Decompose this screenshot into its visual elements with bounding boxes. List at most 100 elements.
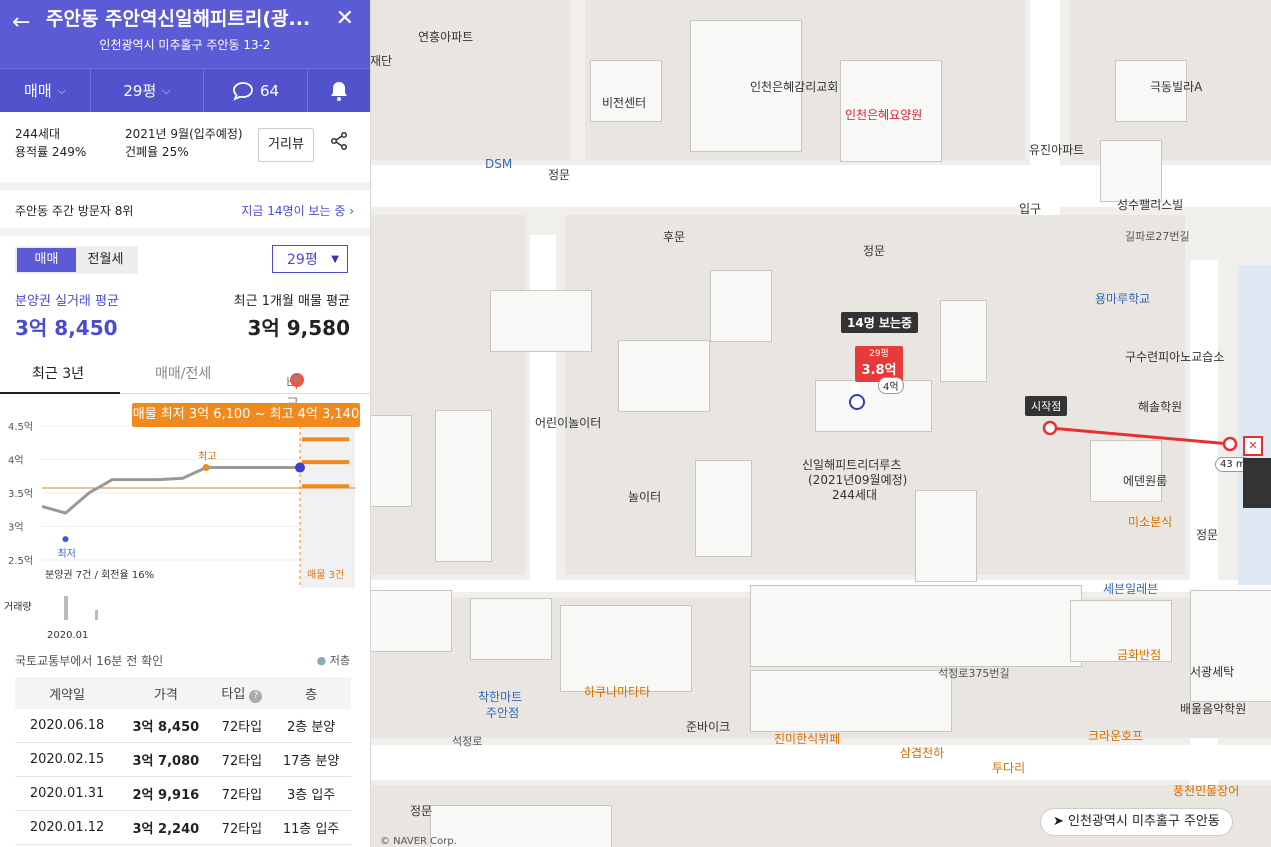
tab-underline xyxy=(0,392,120,394)
route-line xyxy=(1049,426,1231,446)
viewers-now-label: 지금 14명이 보는 중 xyxy=(241,204,346,218)
price-series-line xyxy=(41,466,300,515)
row-type: 72타입 xyxy=(212,810,272,845)
tab-trade[interactable]: 매매 xyxy=(17,248,76,272)
y-tick-label: 4.5억 xyxy=(8,421,33,433)
viewers-tooltip: 14명 보는중 xyxy=(841,312,919,333)
pyeong-dropdown-label: 29평 xyxy=(287,252,318,268)
coverage-ratio: 건폐율 25% xyxy=(125,145,189,159)
row-floor: 3층 입주 xyxy=(271,776,351,811)
street-view-button[interactable]: 거리뷰 xyxy=(258,128,314,162)
panel-header: ← 주안동 주안역신일해피트리(광... ✕ 인천광역시 미추홀구 주안동 13… xyxy=(0,0,370,68)
table-legend: ● 저층 xyxy=(317,652,350,668)
listing-panel: ← 주안동 주안역신일해피트리(광... ✕ 인천광역시 미추홀구 주안동 13… xyxy=(0,0,371,847)
chevron-down-icon: ⌵ xyxy=(57,83,66,97)
location-status-label: 인천광역시 미추홀구 주안동 xyxy=(1068,814,1220,829)
footer-left: 분양권 7건 / 회전율 16% xyxy=(45,569,154,581)
listing-label: 최근 1개월 매물 평균 xyxy=(233,294,350,309)
location-status[interactable]: ➤ 인천광역시 미추홀구 주안동 xyxy=(1040,808,1233,836)
move-in-date: 2021년 9월(입주예정) xyxy=(125,127,243,141)
help-icon[interactable]: ? xyxy=(249,690,263,703)
alt-price-chip[interactable]: 4억 xyxy=(878,377,904,394)
row-type: 72타입 xyxy=(212,776,272,811)
row-type: 72타입 xyxy=(212,709,272,743)
comments-button[interactable]: 64 xyxy=(204,69,308,112)
listing-value: 3억 9,580 xyxy=(247,316,350,340)
volume-bar xyxy=(95,610,98,620)
chevron-right-icon: › xyxy=(349,204,354,218)
row-floor: 17층 분양 xyxy=(271,742,351,777)
trade-type-select[interactable]: 매매 ⌵ xyxy=(0,69,91,112)
pin-pyeong: 29평 xyxy=(869,349,889,359)
floor-area-ratio: 용적률 249% xyxy=(15,145,87,159)
table-row: 2020.02.15 3억 7,080 72타입 17층 분양 xyxy=(15,742,351,777)
y-tick-label: 3.5억 xyxy=(8,488,33,500)
table-note: 국토교통부에서 16분 전 확인 xyxy=(15,654,164,668)
volume-label: 거래량 xyxy=(4,601,32,613)
tab-recent-3y[interactable]: 최근 3년 xyxy=(32,363,84,383)
route-close-icon[interactable]: ✕ xyxy=(1243,436,1263,456)
location-dot[interactable] xyxy=(849,394,865,410)
listing-range-badge: 매물 최저 3억 6,100 ~ 최고 4억 3,140 xyxy=(132,403,360,427)
table-row: 2020.06.18 3억 8,450 72타입 2층 분양 xyxy=(15,709,351,743)
route-start-label: 시작점 xyxy=(1025,396,1068,416)
complex-title: 주안동 주안역신일해피트리(광... xyxy=(46,8,311,30)
row-date: 2020.01.31 xyxy=(15,776,120,811)
transaction-table: 계약일 가격 타입 ? 층 2020.06.18 3억 8,450 72타입 2층 분… xyxy=(15,677,351,845)
row-date: 2020.01.12 xyxy=(15,810,120,845)
pyeong-label: 29평 xyxy=(123,82,157,100)
notification-button[interactable] xyxy=(308,69,370,112)
trade-type-label: 매매 xyxy=(24,82,52,100)
listing-zone xyxy=(300,426,355,588)
y-tick-label: 2.5억 xyxy=(8,555,33,567)
map-canvas[interactable]: 연흥아파트 인천은혜감리교회 인천은혜요양원 비전센터 유진아파트 극동빌라A … xyxy=(370,0,1271,847)
row-price: 3억 2,240 xyxy=(119,810,213,845)
low-point xyxy=(62,536,69,543)
close-icon[interactable]: ✕ xyxy=(336,6,354,31)
row-date: 2020.06.18 xyxy=(15,709,120,743)
row-price: 2억 9,916 xyxy=(119,776,213,811)
table-header-row: 계약일 가격 타입 ? 층 xyxy=(15,677,351,709)
visitor-bar: 주안동 주간 방문자 8위 지금 14명이 보는 중 › xyxy=(0,190,370,236)
price-type-toggle: 매매 전월세 xyxy=(15,246,138,274)
high-point xyxy=(202,464,210,472)
period-tabs: 최근 3년 매매/전세 비교N xyxy=(0,353,370,412)
col-type-label: 타입 xyxy=(221,687,246,702)
tab-rent[interactable]: 전월세 xyxy=(76,248,135,272)
route-info-card[interactable] xyxy=(1243,458,1271,508)
visitor-rank: 주안동 주간 방문자 8위 xyxy=(15,204,134,218)
row-floor: 2층 분양 xyxy=(271,709,351,743)
row-date: 2020.02.15 xyxy=(15,742,120,777)
pyeong-select[interactable]: 29평 ⌵ xyxy=(91,69,204,112)
segment-bar: 매매 ⌵ 29평 ⌵ 64 xyxy=(0,68,370,112)
high-label: 최고 xyxy=(198,451,216,463)
legend-label: 저층 xyxy=(329,654,350,667)
table-row: 2020.01.31 2억 9,916 72타입 3층 입주 xyxy=(15,776,351,811)
row-price: 3억 7,080 xyxy=(119,742,213,777)
navigation-arrow-icon: ➤ xyxy=(1053,814,1064,829)
new-badge: N xyxy=(290,373,304,387)
households: 244세대 xyxy=(15,127,60,141)
col-price: 가격 xyxy=(119,677,213,709)
complex-info: 244세대용적률 249% 2021년 9월(입주예정) 건폐율 25% 거리뷰 xyxy=(0,112,370,190)
route-end-point[interactable] xyxy=(1222,436,1238,452)
copyright: © NAVER Corp. xyxy=(380,836,457,847)
presale-label: 분양권 실거래 평균 xyxy=(15,294,119,309)
col-date: 계약일 xyxy=(15,677,120,709)
triangle-down-icon: ▼ xyxy=(331,254,339,265)
pyeong-dropdown[interactable]: 29평 ▼ xyxy=(272,245,348,273)
tab-trade-jeonse[interactable]: 매매/전세 xyxy=(155,363,211,383)
route-start-point[interactable] xyxy=(1042,420,1058,436)
price-chart: 4.5억4억3.5억3억2.5억 최저 최고 분양권 7건 / 회전율 16% … xyxy=(4,421,355,641)
back-arrow-icon[interactable]: ← xyxy=(12,10,30,35)
comment-count: 64 xyxy=(259,81,280,100)
y-tick-label: 3억 xyxy=(8,522,24,534)
footer-right: 매물 3건 xyxy=(307,569,344,581)
row-floor: 11층 입주 xyxy=(271,810,351,845)
complex-address: 인천광역시 미추홀구 주안동 13-2 xyxy=(99,38,271,52)
speech-bubble-icon xyxy=(233,81,253,101)
volume-bar xyxy=(64,596,68,620)
share-icon[interactable] xyxy=(330,131,348,155)
table-row: 2020.01.12 3억 2,240 72타입 11층 입주 xyxy=(15,810,351,845)
viewers-now-link[interactable]: 지금 14명이 보는 중 › xyxy=(241,202,354,219)
